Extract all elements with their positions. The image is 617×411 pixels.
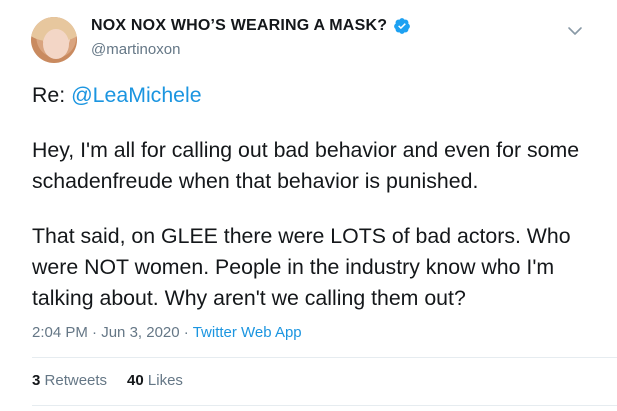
likes-label: Likes: [147, 372, 183, 389]
divider: [32, 405, 617, 406]
retweets-stat[interactable]: 3 Retweets: [32, 372, 107, 389]
verified-badge-icon: [393, 17, 411, 35]
mention-link[interactable]: @LeaMichele: [71, 83, 202, 107]
source-app-link[interactable]: Twitter Web App: [193, 324, 302, 341]
reply-line: Re: @LeaMichele: [32, 80, 602, 111]
tweet-text: Re: @LeaMichele Hey, I'm all for calling…: [32, 80, 602, 314]
avatar-face: [43, 29, 69, 59]
retweets-label: Retweets: [44, 372, 108, 389]
retweets-count: 3: [32, 372, 41, 389]
author-handle[interactable]: @martinoxon: [91, 41, 180, 58]
meta-separator: ·: [179, 324, 193, 341]
divider: [32, 357, 617, 358]
tweet-paragraph-2: That said, on GLEE there were LOTS of ba…: [32, 224, 571, 310]
likes-stat[interactable]: 40 Likes: [127, 372, 183, 389]
meta-separator: ·: [87, 324, 102, 341]
author-name[interactable]: NOX NOX WHO’S WEARING A MASK?: [91, 17, 387, 35]
avatar[interactable]: [31, 17, 77, 63]
likes-count: 40: [127, 372, 144, 389]
chevron-down-icon[interactable]: [566, 22, 584, 40]
tweet-meta: 2:04 PM · Jun 3, 2020 · Twitter Web App: [32, 324, 302, 341]
tweet-time[interactable]: 2:04 PM: [32, 324, 88, 341]
reply-prefix: Re:: [32, 83, 72, 107]
tweet-paragraph-1: Hey, I'm all for calling out bad behavio…: [32, 138, 580, 193]
tweet-stats: 3 Retweets 40 Likes: [32, 372, 183, 389]
tweet-date[interactable]: Jun 3, 2020: [101, 324, 179, 341]
author-row: NOX NOX WHO’S WEARING A MASK?: [91, 17, 411, 35]
